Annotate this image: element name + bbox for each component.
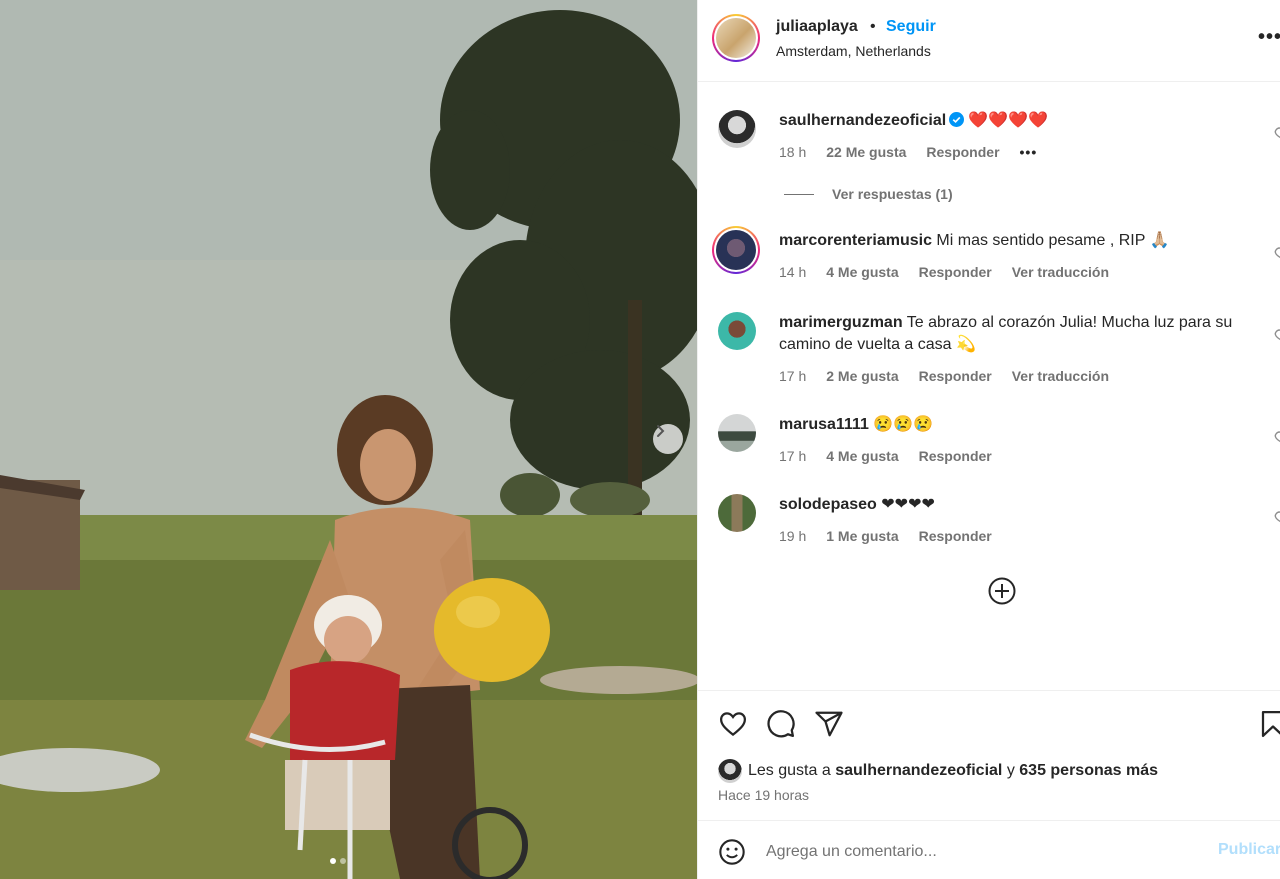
plus-circle-icon [988, 577, 1016, 605]
comment-button[interactable] [766, 709, 796, 739]
comment-options-button[interactable]: ••• [1020, 144, 1038, 160]
avatar[interactable] [718, 414, 756, 452]
translate-button[interactable]: Ver traducción [1012, 264, 1109, 280]
avatar[interactable] [712, 226, 760, 274]
carousel-next-button[interactable] [653, 424, 683, 454]
author-username[interactable]: juliaaplaya [776, 18, 858, 36]
post-time[interactable]: Hace 19 horas [718, 787, 809, 803]
share-icon [815, 711, 843, 737]
post-photo-image [0, 0, 697, 879]
carousel-dot-active [330, 858, 336, 864]
comment-like-icon[interactable] [1273, 328, 1280, 342]
comment-like-icon[interactable] [1273, 430, 1280, 444]
post-location[interactable]: Amsterdam, Netherlands [776, 43, 931, 59]
comment-input[interactable] [766, 839, 1196, 865]
comment-text: ❤️❤️❤️❤️ [968, 112, 1048, 129]
reply-button[interactable]: Responder [919, 368, 992, 384]
likes-summary: Les gusta a saulhernandezeoficial y 635 … [718, 759, 1158, 783]
like-button[interactable] [718, 709, 748, 739]
view-replies-label: Ver respuestas (1) [832, 186, 953, 202]
likes-others[interactable]: 635 personas más [1019, 762, 1158, 780]
comment-username[interactable]: marcorenteriamusic [779, 232, 932, 249]
comment-time[interactable]: 17 h [779, 448, 806, 464]
comment-text: ❤❤❤❤ [881, 496, 935, 513]
replies-divider [784, 193, 814, 195]
author-avatar[interactable] [712, 14, 760, 62]
comment-text: Mi mas sentido pesame , RIP 🙏🏼 [936, 232, 1170, 249]
comment-text: 😢😢😢 [873, 416, 934, 433]
chevron-right-icon [657, 425, 665, 437]
avatar[interactable] [718, 110, 756, 148]
save-button[interactable] [1258, 709, 1280, 739]
likes-prefix: Les gusta a [748, 762, 831, 779]
comment-username[interactable]: saulhernandezeoficial [779, 112, 946, 129]
comment-likes[interactable]: 1 Me gusta [826, 528, 898, 544]
reply-button[interactable]: Responder [919, 264, 992, 280]
comment-time[interactable]: 14 h [779, 264, 806, 280]
follow-button[interactable]: Seguir [886, 18, 936, 36]
comment-like-icon[interactable] [1273, 246, 1280, 260]
header-separator: • [870, 18, 876, 35]
comment-likes[interactable]: 4 Me gusta [826, 264, 898, 280]
comment-meta: 14 h 4 Me gusta Responder Ver traducción [779, 264, 1109, 280]
reply-button[interactable]: Responder [926, 144, 999, 160]
share-button[interactable] [814, 709, 844, 739]
load-more-comments-button[interactable] [987, 576, 1017, 606]
comment-meta: 19 h 1 Me gusta Responder [779, 528, 992, 544]
comment-meta: 17 h 4 Me gusta Responder [779, 448, 992, 464]
post-header: juliaaplaya • Seguir Amsterdam, Netherla… [698, 0, 1280, 82]
avatar[interactable] [718, 312, 756, 350]
comment-likes[interactable]: 22 Me gusta [826, 144, 906, 160]
more-options-button[interactable]: ••• [1258, 26, 1280, 49]
reply-button[interactable]: Responder [919, 528, 992, 544]
post-comment-button[interactable]: Publicar [1218, 841, 1280, 859]
translate-button[interactable]: Ver traducción [1012, 368, 1109, 384]
comment-icon [767, 710, 795, 738]
carousel-dot [340, 858, 346, 864]
comment-like-icon[interactable] [1273, 126, 1280, 140]
emoji-button[interactable] [718, 838, 746, 866]
comment-like-icon[interactable] [1273, 510, 1280, 524]
comment-meta: 18 h 22 Me gusta Responder ••• [779, 144, 1037, 160]
view-replies-button[interactable]: Ver respuestas (1) [784, 186, 953, 202]
comment-likes[interactable]: 4 Me gusta [826, 448, 898, 464]
comment-username[interactable]: marusa1111 [779, 416, 869, 433]
comment-time[interactable]: 18 h [779, 144, 806, 160]
verified-badge-icon [949, 112, 965, 127]
comment-username[interactable]: marimerguzman [779, 314, 903, 331]
comment-meta: 17 h 2 Me gusta Responder Ver traducción [779, 368, 1109, 384]
comment-username[interactable]: solodepaseo [779, 496, 877, 513]
more-options-icon: ••• [1258, 26, 1280, 48]
heart-icon [719, 712, 747, 737]
comment-time[interactable]: 19 h [779, 528, 806, 544]
comment-composer: Publicar [698, 820, 1280, 879]
likes-user[interactable]: saulhernandezeoficial [835, 762, 1002, 780]
comment-likes[interactable]: 2 Me gusta [826, 368, 898, 384]
reply-button[interactable]: Responder [919, 448, 992, 464]
post-side-panel: juliaaplaya • Seguir Amsterdam, Netherla… [697, 0, 1280, 879]
post-actions: Les gusta a saulhernandezeoficial y 635 … [698, 690, 1280, 820]
carousel-indicator [330, 858, 346, 864]
avatar[interactable] [718, 759, 742, 783]
comment-time[interactable]: 17 h [779, 368, 806, 384]
emoji-icon [719, 839, 745, 865]
likes-joiner: y [1006, 762, 1015, 779]
bookmark-icon [1261, 711, 1280, 737]
avatar[interactable] [718, 494, 756, 532]
post-photo [0, 0, 697, 879]
